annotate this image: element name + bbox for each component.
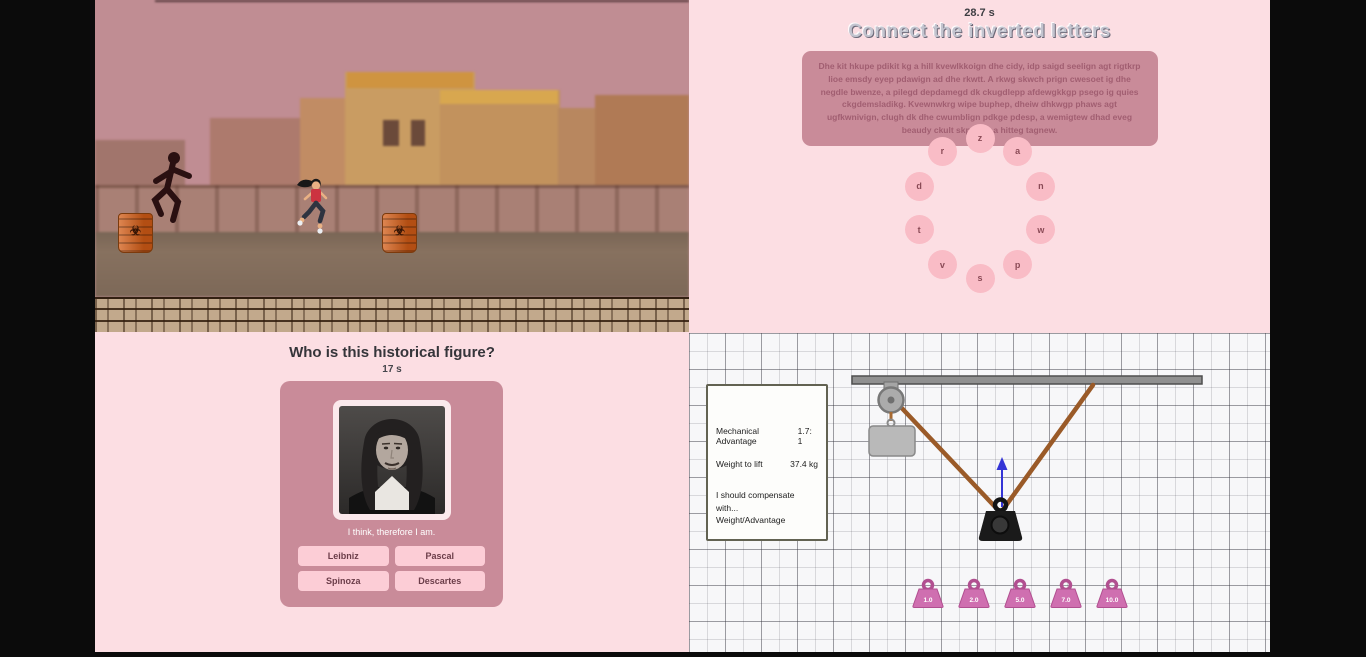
letters-timer: 28.7 s: [689, 7, 1270, 19]
letter-circle-p[interactable]: p: [1003, 250, 1032, 279]
brick-floor: [95, 297, 689, 332]
rope-left: [897, 403, 999, 511]
letters-game-title: Connect the inverted letters: [689, 21, 1270, 43]
svg-text:2.0: 2.0: [969, 597, 978, 604]
building: [440, 90, 560, 198]
descartes-portrait: [339, 406, 445, 514]
panel-row-value: 1.7: 1: [798, 426, 818, 446]
biohazard-icon: ☣: [394, 223, 406, 238]
answer-button-spinoza[interactable]: Spinoza: [298, 571, 389, 591]
quiz-question: Who is this historical figure?: [95, 344, 689, 361]
quiz-quote: I think, therefore I am.: [280, 527, 503, 537]
rope-right: [1002, 385, 1093, 511]
kettlebell-handle: [995, 500, 1006, 511]
panel-row: Weight to lift 37.4 kg: [716, 459, 818, 469]
zombie-sprite: [143, 148, 195, 230]
letter-circle-t[interactable]: t: [905, 215, 934, 244]
panel-hint: I should compensate with... Weight/Advan…: [716, 489, 818, 527]
svg-text:7.0: 7.0: [1061, 597, 1070, 604]
letter-circle-s[interactable]: s: [966, 264, 995, 293]
building-roof: [347, 72, 473, 88]
force-arrow-head: [997, 457, 1008, 470]
panel-row-value: 37.4 kg: [790, 459, 818, 469]
letter-circle-a[interactable]: a: [1003, 137, 1032, 166]
hint-line: Weight/Advantage: [716, 515, 785, 525]
ponytail: [297, 180, 312, 188]
runner-game-scene: ☣ ☣: [95, 0, 689, 332]
history-quiz-panel: Who is this historical figure? 17 s: [95, 332, 689, 652]
svg-text:5.0: 5.0: [1015, 597, 1024, 604]
weight-7.0kg[interactable]: 7.0: [1049, 578, 1083, 608]
power-line: [155, 0, 689, 2]
hazard-barrel-right: ☣: [382, 213, 417, 253]
svg-text:10.0: 10.0: [1106, 597, 1119, 604]
answer-button-pascal[interactable]: Pascal: [395, 546, 486, 566]
panel-row-label: Mechanical Advantage: [716, 426, 798, 446]
answer-button-descartes[interactable]: Descartes: [395, 571, 486, 591]
building: [595, 95, 689, 198]
building-window: [411, 120, 425, 146]
support-beam: [852, 376, 1202, 384]
letter-circle-v[interactable]: v: [928, 250, 957, 279]
panel-row-label: Weight to lift: [716, 459, 763, 469]
weight-2.0kg[interactable]: 2.0: [957, 578, 991, 608]
weight-10.0kg[interactable]: 10.0: [1095, 578, 1129, 608]
portrait-frame: [333, 400, 451, 520]
svg-text:1.0: 1.0: [923, 597, 932, 604]
hint-line: I should compensate with...: [716, 490, 794, 513]
panel-rows: Mechanical Advantage1.7: 1 Weight to lift…: [716, 426, 818, 469]
runner-girl-sprite: [295, 176, 333, 238]
answer-button-leibniz[interactable]: Leibniz: [298, 546, 389, 566]
letter-circle-n[interactable]: n: [1026, 172, 1055, 201]
weight-1.0kg[interactable]: 1.0: [911, 578, 945, 608]
answers-grid: Leibniz Pascal Spinoza Descartes: [298, 546, 485, 591]
game-stage: ☣ ☣: [95, 0, 1270, 652]
physics-game-panel: Mechanical Advantage1.7: 1 Weight to lift…: [689, 333, 1270, 652]
letter-circle-z[interactable]: z: [966, 124, 995, 153]
letter-circle-d[interactable]: d: [905, 172, 934, 201]
letter-circle-w[interactable]: w: [1026, 215, 1055, 244]
letters-game-panel: 28.7 s Connect the inverted letters Dhe …: [689, 0, 1270, 333]
panel-row: Mechanical Advantage1.7: 1: [716, 426, 818, 446]
weight-5.0kg[interactable]: 5.0: [1003, 578, 1037, 608]
biohazard-icon: ☣: [130, 223, 142, 238]
quiz-timer: 17 s: [95, 364, 689, 375]
quiz-card: I think, therefore I am. Leibniz Pascal Sp…: [280, 381, 503, 607]
physics-info-panel: Mechanical Advantage1.7: 1 Weight to lift…: [706, 384, 828, 541]
letter-circle-r[interactable]: r: [928, 137, 957, 166]
hanging-block: [869, 426, 915, 456]
building-roof: [440, 90, 558, 104]
building-window: [383, 120, 399, 146]
